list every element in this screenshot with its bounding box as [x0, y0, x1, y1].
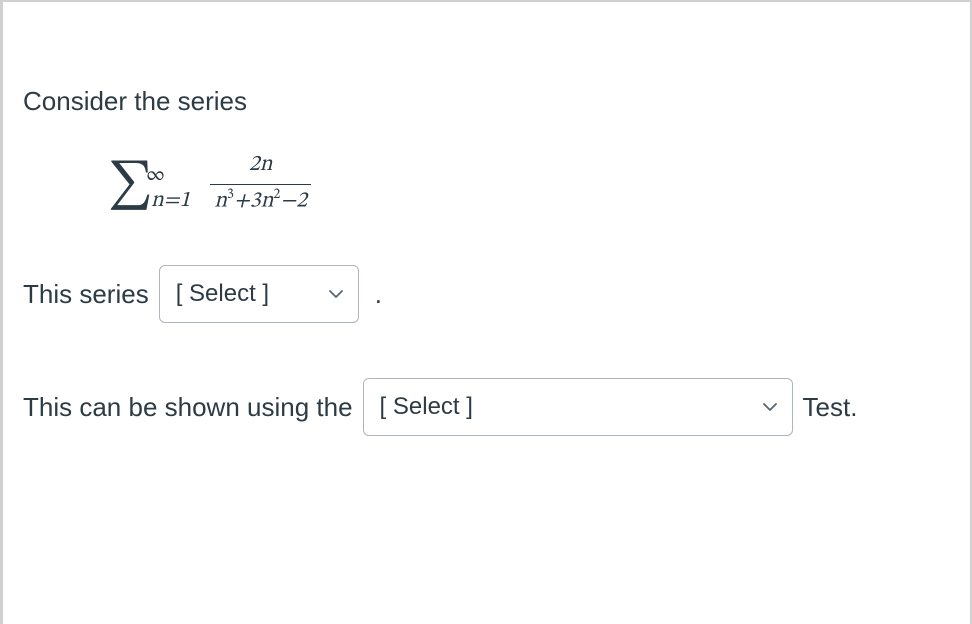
series-expression: ∑ ∞ n=1 2n n3+3n2−2 [108, 151, 950, 220]
row2-suffix: Test. [803, 388, 858, 427]
select-placeholder: [ Select ] [176, 276, 269, 312]
chevron-down-icon [328, 286, 344, 302]
statement-row-1: This series [ Select ] . [23, 265, 950, 323]
row1-prefix: This series [23, 275, 149, 314]
row1-suffix: . [375, 275, 382, 314]
row2-prefix: This can be shown using the [23, 388, 353, 427]
fraction-denominator: n3+3n2−2 [210, 185, 311, 218]
intro-text: Consider the series [23, 82, 950, 121]
fraction-numerator: 2n [245, 149, 277, 182]
sigma-lower-bound: n=1 [151, 185, 190, 218]
statement-row-2: This can be shown using the [ Select ] T… [23, 378, 950, 436]
chevron-down-icon [762, 399, 778, 415]
test-name-select[interactable]: [ Select ] [363, 378, 793, 436]
select-placeholder: [ Select ] [380, 389, 473, 425]
series-behavior-select[interactable]: [ Select ] [159, 265, 359, 323]
question-panel: Consider the series ∑ ∞ n=1 2n n3+3n2−2 … [0, 0, 972, 624]
fraction: 2n n3+3n2−2 [210, 149, 311, 218]
sigma-symbol: ∑ ∞ n=1 [108, 162, 192, 210]
question-content: Consider the series ∑ ∞ n=1 2n n3+3n2−2 … [23, 82, 950, 436]
